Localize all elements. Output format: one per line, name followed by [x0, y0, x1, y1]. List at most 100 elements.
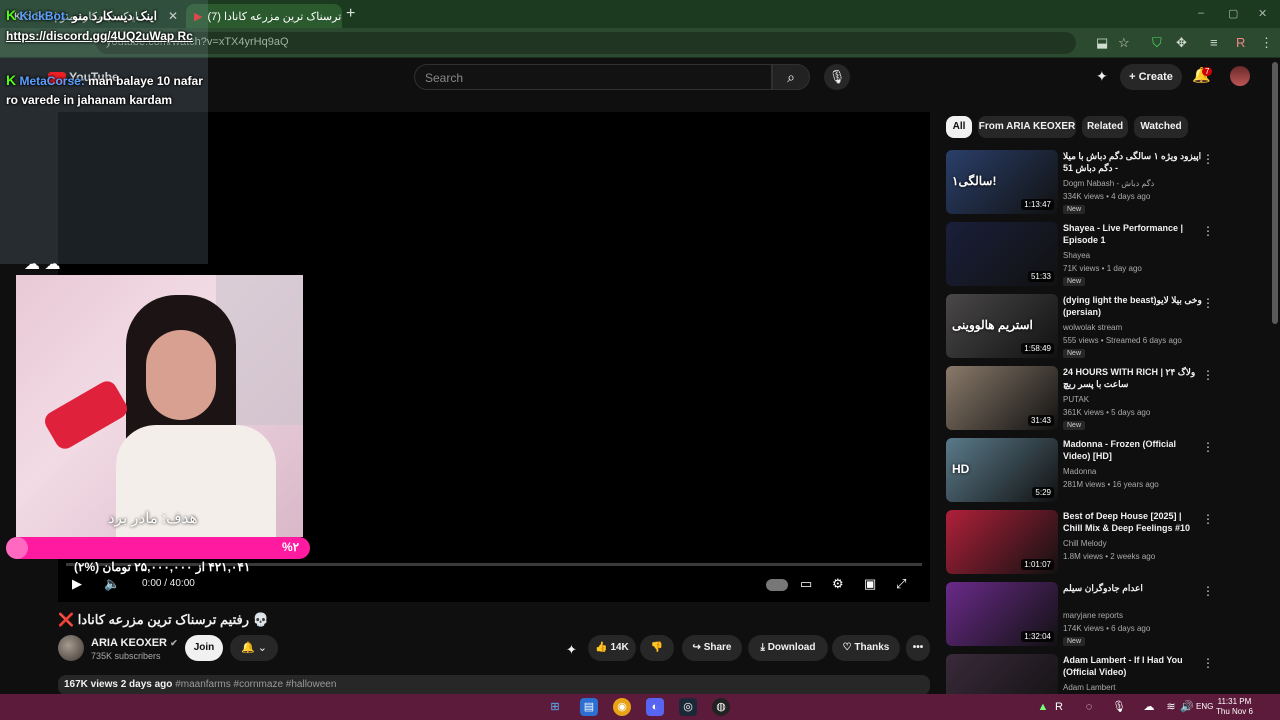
profile-icon[interactable]: R — [1236, 35, 1245, 50]
search-input[interactable]: Search — [414, 64, 772, 90]
microphone-icon[interactable]: 🎙 — [824, 64, 850, 90]
dislike-button[interactable]: 👎 — [640, 635, 674, 661]
subscriber-count: 735K subscribers — [91, 651, 161, 661]
more-vert-icon[interactable]: ⋮ — [1202, 440, 1214, 454]
clock[interactable]: 11:31 PM Thu Nov 6 — [1216, 697, 1253, 717]
chip-all[interactable]: All — [946, 116, 972, 138]
video-title[interactable]: اپیزود ویژه ۱ سالگی دگم دباش با میلا - د… — [1063, 150, 1203, 174]
settings-gear-icon[interactable]: ⚙ — [832, 576, 844, 592]
thanks-button[interactable]: ♡ Thanks — [832, 635, 900, 661]
discord-icon[interactable]: ◐ — [646, 698, 664, 716]
tray-security-icon[interactable]: ◌ — [1080, 698, 1098, 716]
channel-avatar[interactable] — [58, 635, 84, 661]
video-title[interactable]: Adam Lambert - If I Had You (Official Vi… — [1063, 654, 1203, 678]
start-menu-icon[interactable]: ⊞ — [546, 698, 564, 716]
download-button[interactable]: ⤓ Download — [748, 635, 828, 661]
chip-from-channel[interactable]: From ARIA KEOXER — [978, 116, 1076, 138]
video-thumbnail[interactable]: 31:43 — [946, 366, 1058, 430]
recommendation-item[interactable]: HD 5:29 Madonna - Frozen (Official Video) … — [946, 438, 1230, 504]
steam-icon[interactable]: ◎ — [679, 698, 697, 716]
video-title[interactable]: Best of Deep House [2025] | Chill Mix & … — [1063, 510, 1203, 534]
video-title[interactable]: Shayea - Live Performance | Episode 1 — [1063, 222, 1203, 246]
video-thumbnail[interactable]: 1:01:07 — [946, 510, 1058, 574]
channel-name[interactable]: Dogm Nabash - دگم دباش — [1063, 179, 1154, 188]
more-vert-icon[interactable]: ⋮ — [1202, 224, 1214, 238]
more-actions-button[interactable]: ••• — [906, 635, 930, 661]
bookmark-star-icon[interactable]: ☆ — [1118, 35, 1130, 51]
channel-name[interactable]: ARIA KEOXER ✔ — [91, 637, 178, 649]
video-thumbnail[interactable]: 51:33 — [946, 222, 1058, 286]
browser-menu-icon[interactable]: ⋮ — [1260, 35, 1273, 51]
channel-name[interactable]: Chill Melody — [1063, 539, 1107, 548]
recommendation-item[interactable]: 51:33 Shayea - Live Performance | Episode… — [946, 222, 1230, 288]
create-button[interactable]: + Create — [1120, 64, 1182, 90]
recommendation-item[interactable]: 1:32:04 اعدام جادوگران سیلم maryjane repor… — [946, 582, 1230, 648]
avatar[interactable] — [1230, 66, 1250, 86]
subscription-bell-button[interactable]: 🔔 ⌄ — [230, 635, 278, 661]
video-thumbnail[interactable]: 1:32:04 — [946, 582, 1058, 646]
close-window-button[interactable]: ✕ — [1258, 7, 1267, 20]
hype-icon[interactable]: ✦ — [566, 642, 577, 658]
video-thumbnail[interactable]: HD 5:29 — [946, 438, 1058, 502]
chip-related[interactable]: Related — [1082, 116, 1128, 138]
like-button[interactable]: 👍 14K — [588, 635, 636, 661]
more-vert-icon[interactable]: ⋮ — [1202, 368, 1214, 382]
minimize-button[interactable]: – — [1198, 7, 1204, 19]
video-meta: 71K views • 1 day ago — [1063, 264, 1142, 273]
autoplay-toggle[interactable] — [766, 579, 788, 591]
play-icon[interactable]: ▶ — [72, 576, 82, 592]
tray-volume-icon[interactable]: 🔊 — [1178, 698, 1196, 716]
tray-mic-icon[interactable]: 🎙 — [1110, 698, 1128, 716]
channel-name[interactable]: Adam Lambert — [1063, 683, 1115, 692]
maximize-button[interactable]: ▢ — [1228, 7, 1238, 20]
new-tab-button[interactable]: + — [346, 5, 355, 23]
more-vert-icon[interactable]: ⋮ — [1202, 584, 1214, 598]
search-icon[interactable]: ⌕ — [772, 64, 810, 90]
subtitles-icon[interactable]: ▭ — [800, 576, 812, 592]
install-icon[interactable]: ⬓ — [1096, 35, 1108, 51]
scrollbar[interactable] — [1272, 62, 1278, 324]
emote-icon: ☁ ☁ — [24, 256, 61, 273]
chip-watched[interactable]: Watched — [1134, 116, 1188, 138]
obs-icon[interactable]: ◍ — [712, 698, 730, 716]
share-button[interactable]: ↪ Share — [682, 635, 742, 661]
join-button[interactable]: Join — [185, 635, 223, 661]
video-thumbnail[interactable]: استریم هالووینی 1:58:49 — [946, 294, 1058, 358]
address-bar[interactable]: youtube.com/watch?v=xTX4yrHq9aQ — [96, 32, 1076, 54]
more-vert-icon[interactable]: ⋮ — [1202, 152, 1214, 166]
channel-name[interactable]: PUTAK — [1063, 395, 1089, 404]
recommendation-item[interactable]: 1:01:07 Best of Deep House [2025] | Chill… — [946, 510, 1230, 576]
recommendation-item[interactable]: استریم هالووینی 1:58:49 (dying light the b… — [946, 294, 1230, 360]
channel-name[interactable]: maryjane reports — [1063, 611, 1123, 620]
live-icon[interactable]: ✦ — [1096, 68, 1108, 85]
language-indicator[interactable]: ENG — [1196, 702, 1213, 711]
chrome-icon[interactable]: ◉ — [613, 698, 631, 716]
channel-name[interactable]: wolwolak stream — [1063, 323, 1122, 332]
video-thumbnail[interactable]: ۱سالگی! 1:13:47 — [946, 150, 1058, 214]
more-vert-icon[interactable]: ⋮ — [1202, 656, 1214, 670]
channel-name[interactable]: Madonna — [1063, 467, 1096, 476]
video-title[interactable]: 24 HOURS WITH RICH | ولاگ ۲۴ ساعت با پسر… — [1063, 366, 1203, 390]
more-vert-icon[interactable]: ⋮ — [1202, 296, 1214, 310]
theater-mode-icon[interactable]: ▣ — [864, 576, 876, 592]
fullscreen-icon[interactable]: ⤢ — [896, 576, 906, 592]
channel-name[interactable]: Shayea — [1063, 251, 1090, 260]
description-tags[interactable]: #maanfarms #cornmaze #halloween — [175, 679, 336, 690]
file-explorer-icon[interactable]: ▤ — [580, 698, 598, 716]
recommendation-item[interactable]: 31:43 24 HOURS WITH RICH | ولاگ ۲۴ ساعت ب… — [946, 366, 1230, 432]
tray-cloud-icon[interactable]: ☁ — [1140, 698, 1158, 716]
video-title[interactable]: اعدام جادوگران سیلم — [1063, 582, 1203, 594]
recommendation-item[interactable]: ۱سالگی! 1:13:47 اپیزود ویژه ۱ سالگی دگم دب… — [946, 150, 1230, 216]
video-title[interactable]: Madonna - Frozen (Official Video) [HD] — [1063, 438, 1203, 462]
description-box[interactable]: 167K views 2 days ago #maanfarms #cornma… — [58, 675, 930, 695]
extensions-puzzle-icon[interactable]: ✥ — [1176, 35, 1187, 51]
extension-shield-icon[interactable]: ⛉ — [1152, 35, 1162, 51]
video-duration: 5:29 — [1032, 487, 1054, 498]
thumbs-up-icon: 👍 — [595, 642, 608, 653]
more-vert-icon[interactable]: ⋮ — [1202, 512, 1214, 526]
download-icon: ⤓ — [760, 642, 765, 653]
volume-icon[interactable]: 🔈 — [104, 576, 120, 592]
media-control-icon[interactable]: ≡ — [1210, 35, 1218, 50]
tray-r-icon[interactable]: R — [1050, 698, 1068, 716]
video-title[interactable]: (dying light the beast)وخی بیلا لایو (pe… — [1063, 294, 1203, 318]
